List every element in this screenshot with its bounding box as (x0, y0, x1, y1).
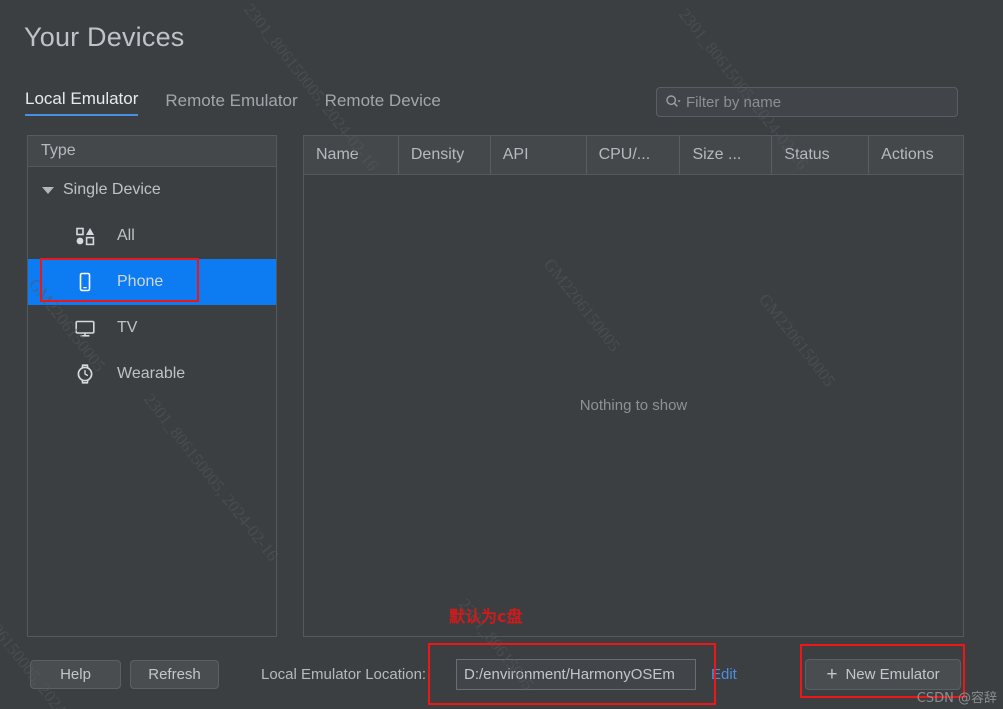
tree-item-label: Phone (117, 273, 164, 290)
table-column-density[interactable]: Density (399, 136, 491, 174)
tree-body: Single Device All Phone TV Wearable (28, 167, 276, 397)
tree-item-all[interactable]: All (28, 213, 276, 259)
table-column-actions[interactable]: Actions (869, 136, 963, 174)
new-emulator-label: New Emulator (845, 666, 940, 683)
table-column-status[interactable]: Status (772, 136, 870, 174)
phone-icon (74, 271, 96, 293)
tree-item-label: Wearable (117, 365, 186, 382)
emulator-location-field[interactable]: D:/environment/HarmonyOSEm (456, 659, 696, 690)
tab-bar: Local Emulator Remote Emulator Remote De… (25, 89, 441, 116)
annotation-note: 默认为c盘 (449, 607, 523, 626)
device-type-panel: Type Single Device All Phone TV Wearable (27, 135, 277, 637)
devices-window: 2301_806150005, 2024-02-16 GM2206150005 … (0, 0, 1003, 709)
refresh-button[interactable]: Refresh (130, 660, 219, 689)
plus-icon: + (826, 664, 838, 685)
csdn-watermark: CSDN @容辞 (916, 691, 997, 706)
tree-item-wearable[interactable]: Wearable (28, 351, 276, 397)
table-column-name[interactable]: Name (304, 136, 399, 174)
tree-group-single-device[interactable]: Single Device (28, 167, 276, 213)
watch-icon (74, 363, 96, 385)
tree-item-label: TV (117, 319, 138, 336)
table-column-api[interactable]: API (491, 136, 587, 174)
table-empty-message: Nothing to show (579, 397, 688, 414)
tree-item-label: All (117, 227, 135, 244)
search-icon (665, 94, 681, 110)
help-button[interactable]: Help (30, 660, 121, 689)
table-column-size[interactable]: Size ... (680, 136, 773, 174)
tree-group-label: Single Device (63, 181, 161, 198)
emulator-location-label: Local Emulator Location: (261, 666, 427, 683)
tab-remote-emulator[interactable]: Remote Emulator (165, 91, 297, 116)
tab-local-emulator[interactable]: Local Emulator (25, 89, 139, 116)
table-header-row: Name Density API CPU/... Size ... Status… (304, 136, 963, 175)
search-input[interactable]: Filter by name (686, 94, 781, 111)
emulator-table-panel: Name Density API CPU/... Size ... Status… (303, 135, 964, 637)
tree-header-type: Type (28, 136, 276, 167)
tab-remote-device[interactable]: Remote Device (325, 91, 441, 116)
tree-item-tv[interactable]: TV (28, 305, 276, 351)
edit-location-link[interactable]: Edit (711, 666, 737, 683)
tree-item-phone[interactable]: Phone (28, 259, 276, 305)
shapes-icon (74, 225, 96, 247)
tv-icon (74, 317, 96, 339)
new-emulator-button[interactable]: + New Emulator (805, 659, 961, 690)
page-title: Your Devices (24, 22, 185, 52)
chevron-down-icon[interactable] (42, 186, 54, 194)
filter-search-box[interactable]: Filter by name (656, 87, 958, 117)
table-column-cpu[interactable]: CPU/... (587, 136, 681, 174)
